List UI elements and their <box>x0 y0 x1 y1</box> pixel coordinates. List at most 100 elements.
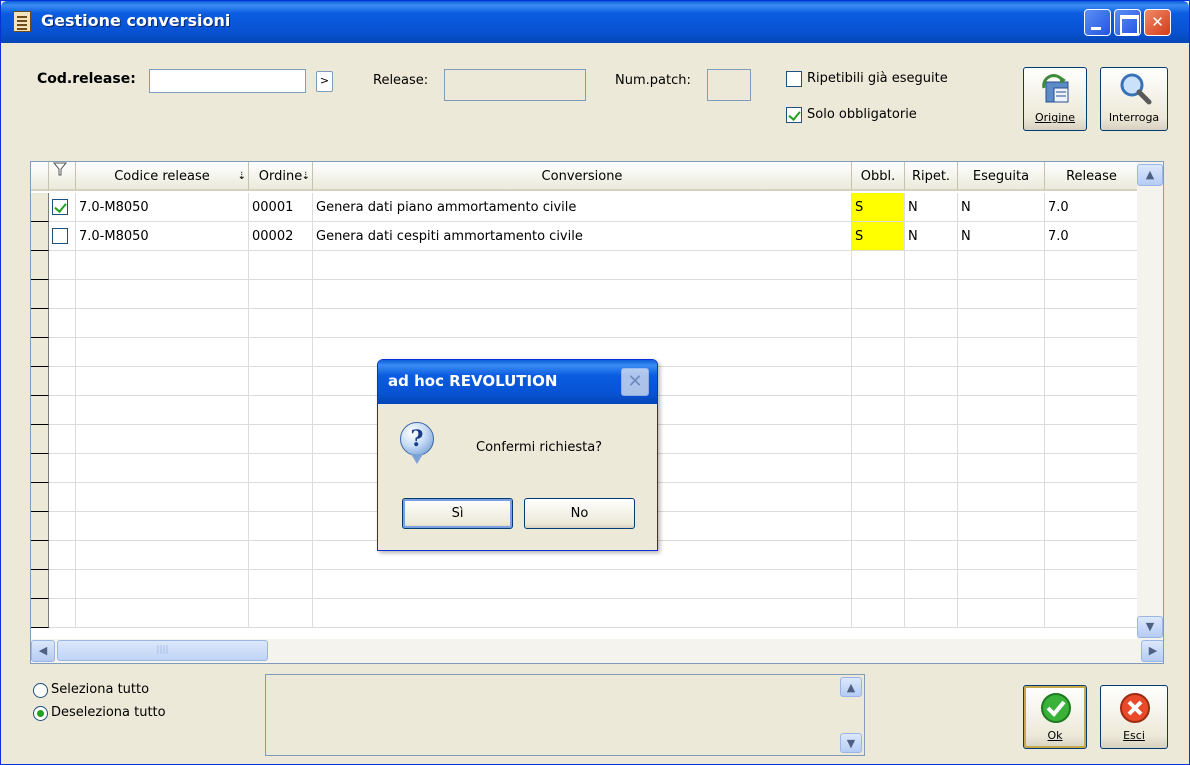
dialog-title-bar[interactable]: ad hoc REVOLUTION ✕ <box>378 360 657 404</box>
row-selector[interactable] <box>31 280 49 309</box>
empty-cell <box>958 483 1045 512</box>
memo-scroll-down-icon[interactable]: ▼ <box>840 733 862 753</box>
empty-cell <box>852 454 905 483</box>
empty-cell <box>905 570 958 599</box>
seleziona-tutto-radio[interactable] <box>33 683 48 698</box>
empty-cell <box>49 541 76 570</box>
release-label: Release: <box>373 73 429 88</box>
cod-release-lookup-button[interactable]: > <box>316 71 333 92</box>
scroll-down-icon[interactable]: ▼ <box>1137 616 1163 638</box>
empty-cell <box>852 280 905 309</box>
row-selector[interactable] <box>31 570 49 599</box>
confirm-dialog: ad hoc REVOLUTION ✕ ? Confermi richiesta… <box>377 359 658 551</box>
empty-cell <box>249 425 313 454</box>
notes-memo[interactable]: ▲ ▼ <box>265 674 865 756</box>
origine-label: Origine <box>1034 111 1075 124</box>
title-bar[interactable]: Gestione conversioni ✕ <box>1 1 1189 43</box>
row-selector[interactable] <box>31 367 49 396</box>
empty-cell <box>905 396 958 425</box>
row-selector[interactable] <box>31 338 49 367</box>
row-selector[interactable] <box>31 309 49 338</box>
row-selector[interactable] <box>31 396 49 425</box>
table-row[interactable]: 7.0-M8050 00002 Genera dati cespiti ammo… <box>31 222 1139 251</box>
empty-cell <box>313 251 852 280</box>
row-selector[interactable] <box>31 541 49 570</box>
ok-button[interactable]: Ok <box>1023 685 1087 749</box>
deseleziona-tutto-label: Deseleziona tutto <box>51 705 166 720</box>
esci-button[interactable]: Esci <box>1100 685 1168 749</box>
empty-cell <box>49 396 76 425</box>
empty-cell <box>958 338 1045 367</box>
table-row[interactable]: 7.0-M8050 00001 Genera dati piano ammort… <box>31 193 1139 222</box>
window-title: Gestione conversioni <box>41 11 231 30</box>
empty-cell <box>49 309 76 338</box>
horizontal-scroll-thumb[interactable]: |||| <box>57 640 268 661</box>
empty-cell <box>958 367 1045 396</box>
row-selector[interactable] <box>31 599 49 628</box>
app-document-icon <box>13 11 31 32</box>
empty-cell <box>958 541 1045 570</box>
col-header-ripet[interactable]: Ripet. <box>905 162 958 191</box>
col-header-conversione[interactable]: Conversione <box>313 162 852 191</box>
row-selector[interactable] <box>31 222 49 251</box>
grid-vertical-scrollbar[interactable]: ▲ ▼ <box>1137 162 1163 640</box>
release-field <box>444 69 586 101</box>
col-header-eseguita[interactable]: Eseguita <box>958 162 1045 191</box>
close-button[interactable]: ✕ <box>1144 9 1171 36</box>
cod-release-input[interactable] <box>149 69 306 93</box>
empty-cell <box>905 280 958 309</box>
col-header-release[interactable]: Release <box>1045 162 1139 191</box>
empty-cell <box>49 570 76 599</box>
deseleziona-tutto-radio[interactable] <box>33 706 48 721</box>
scroll-up-icon[interactable]: ▲ <box>1137 164 1163 186</box>
dialog-close-icon[interactable]: ✕ <box>621 368 649 396</box>
ripetibili-checkbox[interactable] <box>786 71 802 87</box>
row-selector[interactable] <box>31 425 49 454</box>
solo-obbligatorie-checkbox[interactable] <box>786 107 802 123</box>
empty-cell <box>76 251 249 280</box>
row-selector[interactable] <box>31 251 49 280</box>
scroll-right-icon[interactable]: ▶ <box>1141 640 1163 662</box>
col-header-obbl[interactable]: Obbl. <box>852 162 905 191</box>
yes-button[interactable]: Sì <box>402 498 513 529</box>
empty-cell <box>249 483 313 512</box>
col-header-ordine-label: Ordine <box>258 169 303 184</box>
empty-cell <box>905 483 958 512</box>
cell-eseguita: N <box>958 193 1045 222</box>
num-patch-field <box>707 69 751 101</box>
empty-cell <box>905 367 958 396</box>
empty-cell <box>249 280 313 309</box>
seleziona-tutto-label: Seleziona tutto <box>51 682 150 697</box>
scroll-left-icon[interactable]: ◀ <box>31 640 55 662</box>
memo-scroll-up-icon[interactable]: ▲ <box>840 677 862 697</box>
empty-cell <box>313 309 852 338</box>
maximize-button[interactable] <box>1114 9 1141 36</box>
empty-cell <box>313 570 852 599</box>
magnifier-icon <box>1120 73 1152 105</box>
empty-cell <box>1045 512 1139 541</box>
col-header-ordine[interactable]: Ordine ⇣ <box>249 162 313 191</box>
empty-cell <box>1045 251 1139 280</box>
row-selector[interactable] <box>31 512 49 541</box>
dialog-title: ad hoc REVOLUTION <box>388 372 558 390</box>
check-icon <box>1041 693 1071 723</box>
empty-cell <box>905 425 958 454</box>
minimize-button[interactable] <box>1084 9 1111 36</box>
row-selector[interactable] <box>31 193 49 222</box>
empty-cell <box>852 309 905 338</box>
origine-button[interactable]: Origine <box>1023 67 1087 131</box>
close-circle-icon <box>1120 693 1150 723</box>
col-header-codice-release[interactable]: Codice release ⇣ <box>76 162 249 191</box>
empty-cell <box>249 309 313 338</box>
row-checkbox[interactable] <box>52 199 68 215</box>
empty-cell <box>852 570 905 599</box>
row-selector[interactable] <box>31 483 49 512</box>
row-selector[interactable] <box>31 454 49 483</box>
no-button[interactable]: No <box>524 498 635 529</box>
filter-header[interactable] <box>49 162 76 191</box>
empty-cell <box>905 454 958 483</box>
grid-horizontal-scrollbar[interactable]: ◀ |||| ▶ <box>31 639 1163 663</box>
row-checkbox[interactable] <box>52 228 68 244</box>
empty-cell <box>852 425 905 454</box>
interroga-button[interactable]: Interroga <box>1100 67 1168 131</box>
